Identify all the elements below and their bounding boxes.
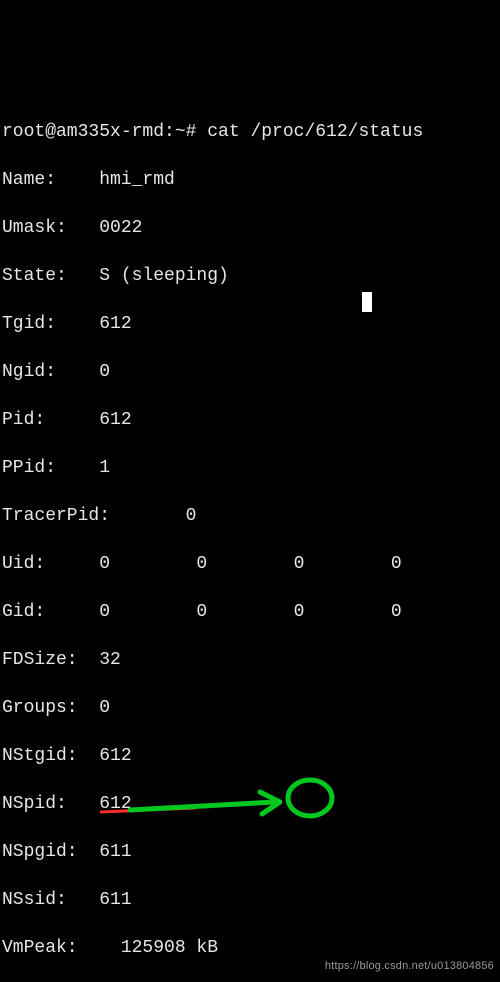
line-pid: Pid: 612: [2, 408, 498, 432]
line-fdsize: FDSize: 32: [2, 648, 498, 672]
line-nspgid: NSpgid: 611: [2, 840, 498, 864]
line-umask: Umask: 0022: [2, 216, 498, 240]
line-uid: Uid: 0 0 0 0: [2, 552, 498, 576]
line-state: State: S (sleeping): [2, 264, 498, 288]
line-nssid: NSsid: 611: [2, 888, 498, 912]
line-groups: Groups: 0: [2, 696, 498, 720]
line-nspid: NSpid: 612: [2, 792, 498, 816]
line-name: Name: hmi_rmd: [2, 168, 498, 192]
line-gid: Gid: 0 0 0 0: [2, 600, 498, 624]
line-ngid: Ngid: 0: [2, 360, 498, 384]
watermark-text: https://blog.csdn.net/u013804856: [325, 954, 494, 978]
line-tracerpid: TracerPid: 0: [2, 504, 498, 528]
terminal-output: root@am335x-rmd:~# cat /proc/612/status …: [0, 96, 500, 982]
line-tgid: Tgid: 612: [2, 312, 498, 336]
terminal-cursor: [362, 292, 372, 312]
line-ppid: PPid: 1: [2, 456, 498, 480]
prompt-line: root@am335x-rmd:~# cat /proc/612/status: [2, 120, 498, 144]
line-nstgid: NStgid: 612: [2, 744, 498, 768]
